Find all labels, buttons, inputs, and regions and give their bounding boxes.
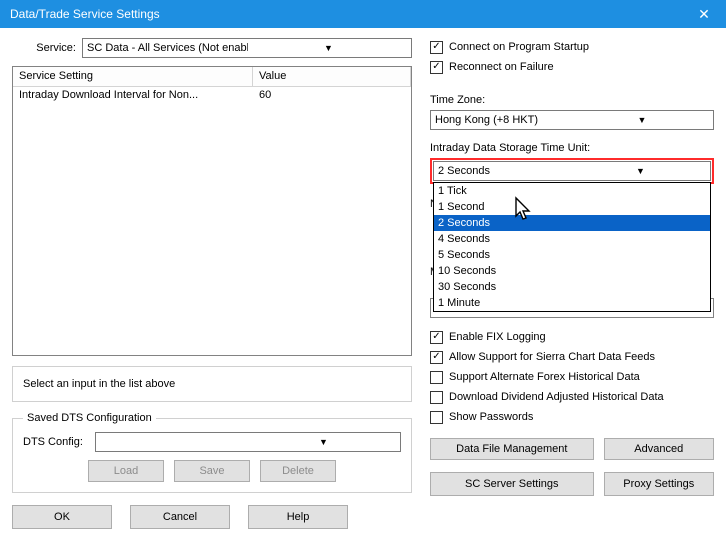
col-value[interactable]: Value bbox=[253, 67, 411, 87]
reconnect-checkbox[interactable]: Reconnect on Failure bbox=[430, 58, 714, 76]
timezone-select[interactable]: Hong Kong (+8 HKT) ▼ bbox=[430, 110, 714, 130]
div-label: Download Dividend Adjusted Historical Da… bbox=[449, 391, 664, 403]
checkbox-icon bbox=[430, 371, 443, 384]
service-value: SC Data - All Services (Not enabled on p… bbox=[87, 42, 248, 54]
dd-item[interactable]: 1 Second bbox=[434, 199, 710, 215]
tz-value: Hong Kong (+8 HKT) bbox=[435, 114, 573, 126]
cell-value: 60 bbox=[253, 87, 411, 105]
close-button[interactable]: ✕ bbox=[682, 0, 726, 28]
dd-item[interactable]: 5 Seconds bbox=[434, 247, 710, 263]
tz-label: Time Zone: bbox=[430, 94, 714, 106]
chevron-down-icon: ▼ bbox=[573, 166, 708, 176]
dts-legend: Saved DTS Configuration bbox=[23, 412, 156, 424]
forex-checkbox[interactable]: Support Alternate Forex Historical Data bbox=[430, 368, 714, 386]
load-button[interactable]: Load bbox=[88, 460, 164, 482]
dd-item[interactable]: 1 Tick bbox=[434, 183, 710, 199]
fix-label: Enable FIX Logging bbox=[449, 331, 546, 343]
connect-checkbox[interactable]: Connect on Program Startup bbox=[430, 38, 714, 56]
scserver-button[interactable]: SC Server Settings bbox=[430, 472, 594, 496]
checkbox-icon bbox=[430, 61, 443, 74]
div-checkbox[interactable]: Download Dividend Adjusted Historical Da… bbox=[430, 388, 714, 406]
hint-text: Select an input in the list above bbox=[23, 378, 175, 390]
dd-item[interactable]: 1 Minute bbox=[434, 295, 710, 311]
table-row[interactable]: Intraday Download Interval for Non... 60 bbox=[13, 87, 411, 105]
dd-item[interactable]: 10 Seconds bbox=[434, 263, 710, 279]
reconnect-label: Reconnect on Failure bbox=[449, 61, 554, 73]
pw-checkbox[interactable]: Show Passwords bbox=[430, 408, 714, 426]
save-button[interactable]: Save bbox=[174, 460, 250, 482]
window-title: Data/Trade Service Settings bbox=[10, 7, 682, 21]
titlebar: Data/Trade Service Settings ✕ bbox=[0, 0, 726, 28]
allow-checkbox[interactable]: Allow Support for Sierra Chart Data Feed… bbox=[430, 348, 714, 366]
advanced-button[interactable]: Advanced bbox=[604, 438, 714, 460]
dd-item[interactable]: 4 Seconds bbox=[434, 231, 710, 247]
checkbox-icon bbox=[430, 41, 443, 54]
dd-item[interactable]: 2 Seconds bbox=[434, 215, 710, 231]
checkbox-icon bbox=[430, 331, 443, 344]
ok-button[interactable]: OK bbox=[12, 505, 112, 529]
dd-item[interactable]: 30 Seconds bbox=[434, 279, 710, 295]
service-select[interactable]: SC Data - All Services (Not enabled on p… bbox=[82, 38, 412, 58]
settings-table: Service Setting Value Intraday Download … bbox=[12, 66, 412, 356]
checkbox-icon bbox=[430, 411, 443, 424]
dts-select[interactable]: ▼ bbox=[95, 432, 401, 452]
fix-checkbox[interactable]: Enable FIX Logging bbox=[430, 328, 714, 346]
allow-label: Allow Support for Sierra Chart Data Feed… bbox=[449, 351, 655, 363]
pw-label: Show Passwords bbox=[449, 411, 533, 423]
chevron-down-icon: ▼ bbox=[573, 115, 711, 125]
storage-dropdown-list: 1 Tick 1 Second 2 Seconds 4 Seconds 5 Se… bbox=[433, 182, 711, 312]
forex-label: Support Alternate Forex Historical Data bbox=[449, 371, 640, 383]
storage-value: 2 Seconds bbox=[438, 165, 573, 177]
storage-select[interactable]: 2 Seconds ▼ bbox=[433, 161, 711, 181]
cancel-button[interactable]: Cancel bbox=[130, 505, 230, 529]
cell-setting: Intraday Download Interval for Non... bbox=[13, 87, 253, 105]
checkbox-icon bbox=[430, 351, 443, 364]
service-label: Service: bbox=[12, 42, 82, 54]
delete-button[interactable]: Delete bbox=[260, 460, 336, 482]
col-setting[interactable]: Service Setting bbox=[13, 67, 253, 87]
proxy-button[interactable]: Proxy Settings bbox=[604, 472, 714, 496]
checkbox-icon bbox=[430, 391, 443, 404]
dts-fieldset: Saved DTS Configuration DTS Config: ▼ Lo… bbox=[12, 412, 412, 493]
datafile-button[interactable]: Data File Management bbox=[430, 438, 594, 460]
chevron-down-icon: ▼ bbox=[248, 43, 409, 53]
hint-box: Select an input in the list above bbox=[12, 366, 412, 402]
dts-label: DTS Config: bbox=[23, 436, 95, 448]
connect-label: Connect on Program Startup bbox=[449, 41, 589, 53]
help-button[interactable]: Help bbox=[248, 505, 348, 529]
chevron-down-icon: ▼ bbox=[249, 437, 398, 447]
storage-label: Intraday Data Storage Time Unit: bbox=[430, 142, 714, 154]
